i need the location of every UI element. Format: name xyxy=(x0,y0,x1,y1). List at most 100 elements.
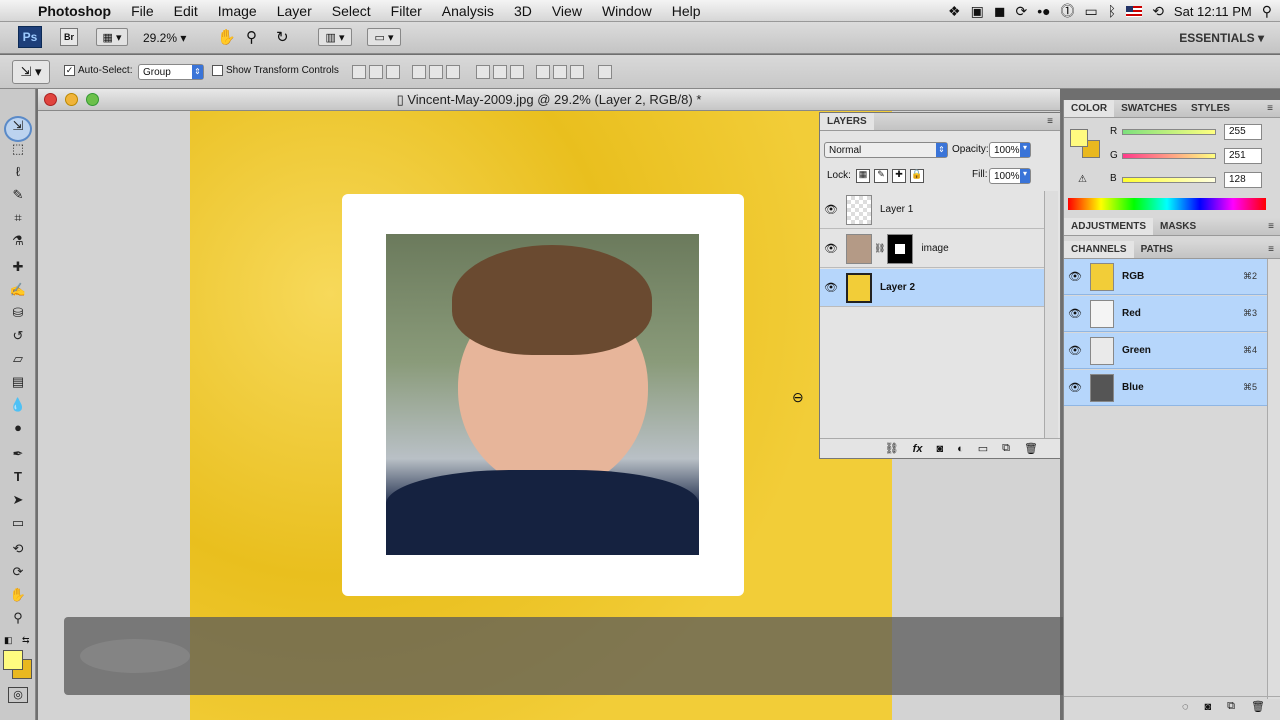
move-tool-icon[interactable]: ⇲ xyxy=(4,116,32,142)
menu-image[interactable]: Image xyxy=(208,3,267,19)
channels-panel-menu-icon[interactable]: ≡ xyxy=(1261,241,1280,258)
auto-select-checkbox[interactable]: ✓ xyxy=(64,65,75,76)
align-vcenter-icon[interactable] xyxy=(369,65,383,79)
quick-selection-icon[interactable]: ✎ xyxy=(8,187,28,205)
distribute-hcenter-icon[interactable] xyxy=(553,65,567,79)
minimize-window-button[interactable] xyxy=(65,93,78,106)
visibility-eye-icon[interactable]: 👁 xyxy=(820,203,842,216)
channels-scrollbar[interactable] xyxy=(1267,259,1280,699)
tab-swatches[interactable]: SWATCHES xyxy=(1114,100,1184,117)
type-tool-icon[interactable]: T xyxy=(8,469,28,487)
distribute-vcenter-icon[interactable] xyxy=(493,65,507,79)
menu-help[interactable]: Help xyxy=(662,3,711,19)
default-colors-icon[interactable]: ◧ xyxy=(4,635,13,646)
menu-file[interactable]: File xyxy=(121,3,164,19)
tab-styles[interactable]: STYLES xyxy=(1184,100,1237,117)
layers-scrollbar[interactable] xyxy=(1044,191,1058,439)
r-value[interactable]: 255 xyxy=(1224,124,1262,140)
layer-mask-thumbnail[interactable] xyxy=(887,233,914,264)
layer-row-layer2[interactable]: 👁 Layer 2 xyxy=(820,269,1044,307)
pen-tool-icon[interactable]: ✒ xyxy=(8,446,28,464)
tab-color[interactable]: COLOR xyxy=(1064,100,1115,117)
zoom-level[interactable]: 29.2% ▾ xyxy=(143,31,186,45)
tab-paths[interactable]: PATHS xyxy=(1134,241,1180,258)
crop-tool-icon[interactable]: ⌗ xyxy=(8,210,28,228)
chain-link-icon[interactable]: ⛓ xyxy=(874,243,885,254)
distribute-top-icon[interactable] xyxy=(476,65,490,79)
menu-edit[interactable]: Edit xyxy=(164,3,208,19)
visibility-eye-icon[interactable]: 👁 xyxy=(820,242,842,255)
align-right-icon[interactable] xyxy=(446,65,460,79)
visibility-eye-icon[interactable]: 👁 xyxy=(820,281,842,294)
color-panel-menu-icon[interactable]: ≡ xyxy=(1260,100,1280,117)
menu-3d[interactable]: 3D xyxy=(504,3,542,19)
lock-all-icon[interactable]: 🔒 xyxy=(910,169,924,183)
load-selection-icon[interactable]: ◌ xyxy=(1182,701,1189,713)
lock-pixels-icon[interactable]: ✎ xyxy=(874,169,888,183)
save-selection-icon[interactable]: ◙ xyxy=(1205,701,1212,713)
accessibility-icon[interactable]: ⓵ xyxy=(1061,1,1075,21)
quick-mask-icon[interactable]: ◎ xyxy=(8,687,28,703)
3d-rotate-icon[interactable]: ⟲ xyxy=(8,541,28,559)
display-icon[interactable]: ▣ xyxy=(971,3,984,20)
flag-icon[interactable] xyxy=(1126,5,1143,17)
airplay-icon[interactable]: ▭ xyxy=(1085,3,1098,20)
channel-row-red[interactable]: 👁 Red ⌘3 xyxy=(1064,296,1267,332)
link-icon[interactable]: ⛓ xyxy=(885,442,899,455)
lasso-tool-icon[interactable]: ℓ xyxy=(8,164,28,182)
mask-icon[interactable]: ◙ xyxy=(936,443,943,455)
blend-mode-dropdown[interactable]: Normal ⇕ xyxy=(824,142,948,158)
blur-tool-icon[interactable]: 💧 xyxy=(8,397,28,415)
channel-row-blue[interactable]: 👁 Blue ⌘5 xyxy=(1064,370,1267,406)
align-bottom-icon[interactable] xyxy=(386,65,400,79)
g-slider[interactable] xyxy=(1122,153,1216,159)
foreground-color-swatch[interactable] xyxy=(3,650,23,670)
3d-orbit-icon[interactable]: ⟳ xyxy=(8,564,28,582)
tool-preset-picker[interactable]: ⇲ ▾ xyxy=(12,60,50,84)
visibility-eye-icon[interactable]: 👁 xyxy=(1064,270,1086,283)
close-window-button[interactable] xyxy=(44,93,57,106)
time-machine-icon[interactable]: ⟲ xyxy=(1152,3,1164,20)
workspace-switcher[interactable]: ESSENTIALS ▾ xyxy=(1179,31,1264,45)
visibility-eye-icon[interactable]: 👁 xyxy=(1064,344,1086,357)
color-spectrum-bar[interactable] xyxy=(1068,198,1266,210)
view-extras-icon[interactable]: ▦ ▾ xyxy=(96,28,128,46)
clone-stamp-icon[interactable]: ⛁ xyxy=(8,305,28,323)
lock-position-icon[interactable]: ✚ xyxy=(892,169,906,183)
eyedropper-tool-icon[interactable]: ⚗ xyxy=(8,233,28,251)
b-value[interactable]: 128 xyxy=(1224,172,1262,188)
menu-filter[interactable]: Filter xyxy=(381,3,432,19)
dropbox-icon[interactable]: ❖ xyxy=(948,3,961,20)
clock[interactable]: Sat 12:11 PM xyxy=(1174,4,1252,19)
distribute-left-icon[interactable] xyxy=(536,65,550,79)
menu-analysis[interactable]: Analysis xyxy=(432,3,504,19)
b-slider[interactable] xyxy=(1122,177,1216,183)
align-left-icon[interactable] xyxy=(412,65,426,79)
shape-tool-icon[interactable]: ▭ xyxy=(8,515,28,533)
document-title-bar[interactable]: ▯ Vincent-May-2009.jpg @ 29.2% (Layer 2,… xyxy=(38,89,1060,111)
menu-select[interactable]: Select xyxy=(322,3,381,19)
visibility-eye-icon[interactable]: 👁 xyxy=(1064,381,1086,394)
g-value[interactable]: 251 xyxy=(1224,148,1262,164)
hand-tool-panel-icon[interactable]: ✋ xyxy=(8,587,28,605)
panel-menu-icon[interactable]: ≡ xyxy=(1040,113,1060,130)
auto-select-option[interactable]: ✓ Auto-Select: xyxy=(64,65,132,76)
zoom-tool-icon[interactable]: ⚲ xyxy=(246,28,257,46)
fx-icon[interactable]: fx xyxy=(913,443,923,455)
auto-align-icon[interactable] xyxy=(598,65,612,79)
new-channel-icon[interactable]: ⧉ xyxy=(1227,700,1235,713)
menu-view[interactable]: View xyxy=(542,3,592,19)
distribute-right-icon[interactable] xyxy=(570,65,584,79)
visibility-eye-icon[interactable]: 👁 xyxy=(1064,307,1086,320)
app-menu[interactable]: Photoshop xyxy=(28,3,121,19)
folder-icon[interactable]: ▭ xyxy=(978,442,988,455)
menu-window[interactable]: Window xyxy=(592,3,662,19)
history-brush-icon[interactable]: ↺ xyxy=(8,328,28,346)
brush-tool-icon[interactable]: ✍ xyxy=(8,282,28,300)
adjustment-icon[interactable]: ◐ xyxy=(957,443,964,455)
delete-channel-icon[interactable]: 🗑 xyxy=(1251,700,1265,713)
arrange-documents-icon[interactable]: ▥ ▾ xyxy=(318,28,352,46)
show-transform-checkbox[interactable] xyxy=(212,65,223,76)
layer-row-layer1[interactable]: 👁 Layer 1 xyxy=(820,191,1044,229)
show-transform-option[interactable]: Show Transform Controls xyxy=(212,65,339,76)
